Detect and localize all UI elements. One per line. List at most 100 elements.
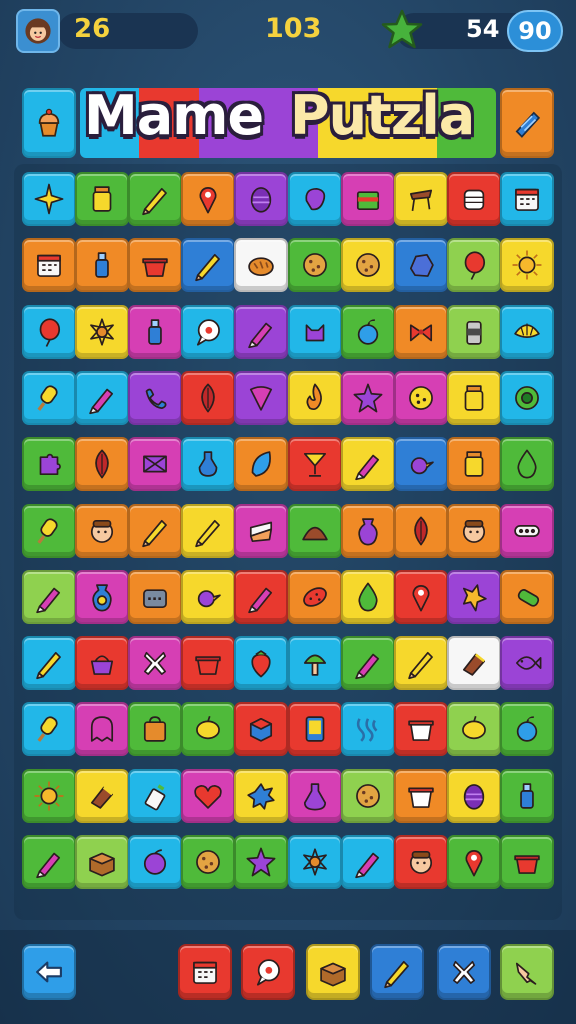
board-tile[interactable] — [128, 504, 182, 558]
board-tile[interactable] — [234, 172, 288, 226]
board-tile[interactable] — [75, 636, 129, 690]
board-tile[interactable] — [234, 835, 288, 889]
board-tile[interactable] — [128, 702, 182, 756]
board-tile[interactable] — [447, 769, 501, 823]
board-tile[interactable] — [394, 570, 448, 624]
board-tile[interactable] — [22, 702, 76, 756]
board-tile[interactable] — [288, 371, 342, 425]
board-tile[interactable] — [288, 835, 342, 889]
board-tile[interactable] — [181, 702, 235, 756]
board-tile[interactable] — [128, 371, 182, 425]
board-tile[interactable] — [288, 702, 342, 756]
board-tile[interactable] — [75, 835, 129, 889]
board-tile[interactable] — [181, 305, 235, 359]
board-tile[interactable] — [75, 437, 129, 491]
board-tile[interactable] — [22, 437, 76, 491]
board-tile[interactable] — [394, 504, 448, 558]
board-tile[interactable] — [394, 437, 448, 491]
board-tile[interactable] — [22, 769, 76, 823]
board-tile[interactable] — [128, 238, 182, 292]
board-tile[interactable] — [394, 172, 448, 226]
board-tile[interactable] — [234, 702, 288, 756]
board-tile[interactable] — [75, 702, 129, 756]
board-tile[interactable] — [234, 371, 288, 425]
board-tile[interactable] — [128, 172, 182, 226]
board-tile[interactable] — [500, 371, 554, 425]
board-tile[interactable] — [341, 702, 395, 756]
board-tile[interactable] — [288, 504, 342, 558]
board-tile[interactable] — [75, 238, 129, 292]
board-tile[interactable] — [181, 769, 235, 823]
board-tile[interactable] — [22, 371, 76, 425]
board-tile[interactable] — [500, 570, 554, 624]
board-tile[interactable] — [128, 570, 182, 624]
board-tile[interactable] — [75, 371, 129, 425]
board-tile[interactable] — [288, 636, 342, 690]
board-tile[interactable] — [181, 835, 235, 889]
board-tile[interactable] — [234, 504, 288, 558]
board-tile[interactable] — [128, 437, 182, 491]
board-tile[interactable] — [447, 172, 501, 226]
board-tile[interactable] — [447, 437, 501, 491]
board-tile[interactable] — [22, 305, 76, 359]
board-tile[interactable] — [341, 769, 395, 823]
board-tile[interactable] — [128, 769, 182, 823]
board-tile[interactable] — [500, 437, 554, 491]
board-tile[interactable] — [22, 172, 76, 226]
board-tile[interactable] — [341, 570, 395, 624]
board-tile[interactable] — [500, 172, 554, 226]
board-tile[interactable] — [288, 172, 342, 226]
board-tile[interactable] — [288, 769, 342, 823]
board-tile[interactable] — [75, 570, 129, 624]
board-tile[interactable] — [22, 835, 76, 889]
board-tile[interactable] — [447, 504, 501, 558]
board-tile[interactable] — [128, 835, 182, 889]
board-tile[interactable] — [447, 371, 501, 425]
tool-slot-pencil[interactable] — [370, 944, 424, 1000]
board-tile[interactable] — [341, 504, 395, 558]
board-tile[interactable] — [341, 371, 395, 425]
board-tile[interactable] — [341, 172, 395, 226]
coins-badge[interactable]: 90 — [507, 10, 563, 52]
board-tile[interactable] — [288, 437, 342, 491]
board-tile[interactable] — [447, 835, 501, 889]
board-tile[interactable] — [234, 437, 288, 491]
board-tile[interactable] — [181, 371, 235, 425]
board-tile[interactable] — [234, 769, 288, 823]
board-tile[interactable] — [500, 835, 554, 889]
board-tile[interactable] — [341, 636, 395, 690]
board-tile[interactable] — [181, 172, 235, 226]
back-button[interactable] — [22, 944, 76, 1000]
avatar-button[interactable] — [16, 9, 60, 53]
board-tile[interactable] — [22, 570, 76, 624]
board-tile[interactable] — [75, 172, 129, 226]
board-tile[interactable] — [500, 238, 554, 292]
board-tile[interactable] — [288, 238, 342, 292]
board-tile[interactable] — [181, 437, 235, 491]
board-tile[interactable] — [394, 238, 448, 292]
board-tile[interactable] — [394, 636, 448, 690]
board-tile[interactable] — [22, 504, 76, 558]
board-tile[interactable] — [500, 636, 554, 690]
board-tile[interactable] — [234, 636, 288, 690]
board-tile[interactable] — [394, 702, 448, 756]
tool-slot-box[interactable] — [306, 944, 360, 1000]
board-tile[interactable] — [234, 570, 288, 624]
board-tile[interactable] — [22, 636, 76, 690]
tool-slot-hand[interactable] — [500, 944, 554, 1000]
board-tile[interactable] — [75, 504, 129, 558]
board-tile[interactable] — [394, 769, 448, 823]
tool-slot-chat[interactable] — [241, 944, 295, 1000]
board-tile[interactable] — [22, 238, 76, 292]
board-tile[interactable] — [341, 305, 395, 359]
board-tile[interactable] — [234, 238, 288, 292]
board-tile[interactable] — [341, 238, 395, 292]
board-tile[interactable] — [181, 504, 235, 558]
board-tile[interactable] — [341, 437, 395, 491]
board-tile[interactable] — [341, 835, 395, 889]
board-tile[interactable] — [288, 570, 342, 624]
tool-slot-calendar[interactable] — [178, 944, 232, 1000]
board-tile[interactable] — [288, 305, 342, 359]
tool-slot-cross[interactable] — [437, 944, 491, 1000]
board-tile[interactable] — [500, 769, 554, 823]
